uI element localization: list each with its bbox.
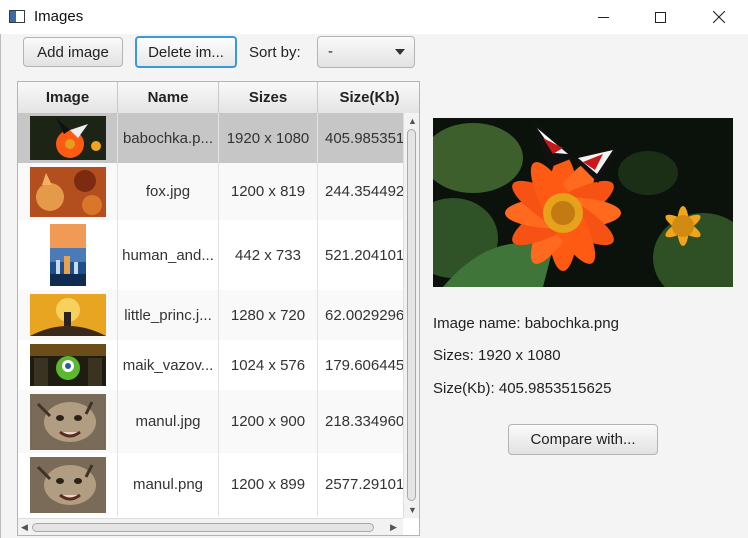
size-kb-cell: 521.204101 [325,246,403,264]
size-kb-cell: 2577.29101 [325,476,403,493]
maximize-button[interactable] [637,0,683,34]
minimize-icon [597,16,609,18]
thumbnail-cell [18,290,118,340]
detail-sizes: Sizes: 1920 x 1080 [433,347,561,364]
thumbnail-image [29,344,106,386]
table-row[interactable]: babochka.p... 1920 x 1080 405.985351 [18,113,403,163]
size-kb-cell: 179.606445 [325,356,403,374]
column-header-size-kb[interactable]: Size(Kb) [318,82,419,113]
thumbnail-image [29,166,106,217]
horizontal-scrollbar[interactable]: ◀ ▶ [18,518,403,535]
table-row[interactable]: little_princ.j... 1280 x 720 62.0029296 [18,290,403,340]
minimize-button[interactable] [580,0,626,34]
maximize-icon [654,11,666,23]
horizontal-scroll-thumb[interactable] [32,523,374,532]
table-row[interactable]: fox.jpg 1200 x 819 244.354492 [18,163,403,220]
scroll-right-icon[interactable]: ▶ [390,522,397,532]
vertical-scrollbar[interactable]: ▲ ▼ [403,113,419,518]
table-header: Image Name Sizes Size(Kb) [18,82,419,114]
name-cell: manul.png [118,453,219,516]
thumbnail-image [29,456,106,513]
name-cell: babochka.p... [118,113,219,163]
scroll-up-icon[interactable]: ▲ [408,116,417,126]
size-kb-cell: 244.354492 [325,183,403,200]
sizes-cell: 1200 x 900 [219,390,318,453]
thumbnail-image [49,224,86,286]
image-preview [433,118,733,287]
thumbnail-cell [18,340,118,390]
column-header-image[interactable]: Image [18,82,118,113]
sizes-cell: 442 x 733 [219,220,318,290]
column-header-sizes[interactable]: Sizes [219,82,318,113]
thumbnail-cell [18,113,118,163]
thumbnail-cell [18,453,118,516]
size-kb-cell: 62.0029296 [325,306,403,324]
column-header-name[interactable]: Name [118,82,219,113]
name-cell: manul.jpg [118,390,219,453]
title-bar: Images [0,0,748,34]
thumbnail-image [29,116,106,160]
sort-by-label: Sort by: [249,44,301,61]
size-kb-cell: 218.334960 [325,413,403,430]
sizes-cell: 1200 x 819 [219,163,318,220]
scroll-left-icon[interactable]: ◀ [21,522,28,532]
delete-image-button[interactable]: Delete im... [135,36,237,68]
app-icon [9,10,25,23]
table-row[interactable]: human_and... 442 x 733 521.204101 [18,220,403,290]
close-button[interactable] [696,0,742,34]
vertical-scroll-thumb[interactable] [407,129,416,501]
name-cell: human_and... [118,220,219,290]
sort-by-value: - [328,43,333,60]
size-kb-cell: 405.985351 [325,129,403,147]
sizes-cell: 1280 x 720 [219,290,318,340]
thumbnail-cell [18,390,118,453]
close-icon [713,11,725,23]
sort-by-combo[interactable]: - [317,36,415,68]
thumbnail-image [29,393,106,450]
table-row[interactable]: maik_vazov... 1024 x 576 179.606445 [18,340,403,390]
name-cell: fox.jpg [118,163,219,220]
chevron-down-icon [395,49,405,55]
add-image-button[interactable]: Add image [23,37,123,67]
thumbnail-cell [18,220,118,290]
scroll-down-icon[interactable]: ▼ [408,505,417,515]
detail-image-name: Image name: babochka.png [433,315,619,332]
thumbnail-cell [18,163,118,220]
name-cell: maik_vazov... [118,340,219,390]
sizes-cell: 1024 x 576 [219,340,318,390]
detail-size-kb: Size(Kb): 405.9853515625 [433,380,612,397]
sizes-cell: 1200 x 899 [219,453,318,516]
table-row[interactable]: manul.png 1200 x 899 2577.29101 [18,453,403,516]
sizes-cell: 1920 x 1080 [219,113,318,163]
thumbnail-image [29,294,106,336]
compare-with-button[interactable]: Compare with... [508,424,658,455]
window-title: Images [34,8,84,25]
images-table[interactable]: Image Name Sizes Size(Kb) babochka.p... 1… [17,81,420,536]
name-cell: little_princ.j... [118,290,219,340]
table-row[interactable]: manul.jpg 1200 x 900 218.334960 [18,390,403,453]
